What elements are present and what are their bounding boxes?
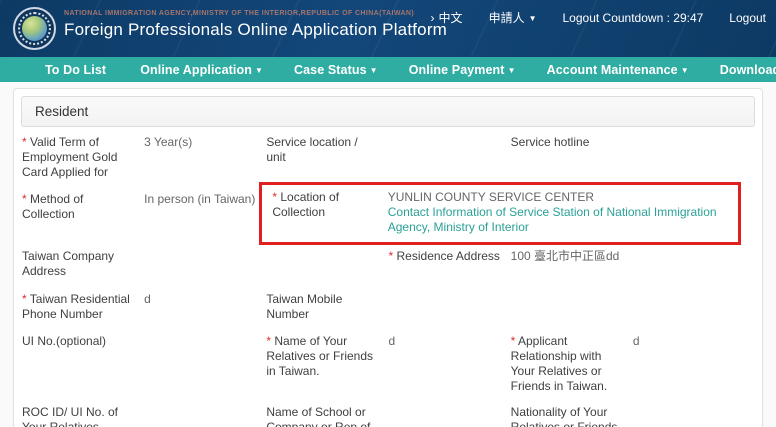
field-label-text: Taiwan Residential Phone Number <box>22 292 130 321</box>
main-nav: To Do List Online Application ▼ Case Stat… <box>0 57 776 82</box>
field-label-text: Valid Term of Employment Gold Card Appli… <box>22 135 118 179</box>
field-label: Taiwan Mobile Number <box>266 292 388 322</box>
form-row: * Taiwan Residential Phone Number d Taiwan… <box>22 292 755 334</box>
field-value-text: d <box>632 334 640 348</box>
field-label: Nationality of Your Relatives or Friends <box>511 405 633 427</box>
field-label-text: Residence Address <box>396 249 500 263</box>
language-link[interactable]: › 中文 <box>431 9 463 26</box>
field-value: d <box>144 292 266 307</box>
field-label-text: Method of Collection <box>22 192 84 221</box>
service-station-contact-link[interactable]: Contact Information of Service Station o… <box>388 205 717 234</box>
field-label: Name of School or Company or Rep of <box>266 405 388 427</box>
form-row: * Method of Collection In person (in Taiw… <box>22 182 755 249</box>
field-label: * Applicant Relationship with Your Relat… <box>511 334 633 394</box>
top-header: NATIONAL IMMIGRATION AGENCY,MINISTRY OF … <box>0 0 776 57</box>
logo-dotted-ring <box>18 12 51 45</box>
header-links: › 中文 申請人 ▼ Logout Countdown : 29:47 Logout <box>431 9 766 26</box>
field-label-text: ROC ID/ UI No. of Your Relatives <box>22 405 119 427</box>
field-label: UI No.(optional) <box>22 334 144 349</box>
logout-button[interactable]: Logout <box>729 11 766 25</box>
field-label: * Taiwan Residential Phone Number <box>22 292 144 322</box>
countdown-value: 29:47 <box>673 10 704 25</box>
field-label: * Valid Term of Employment Gold Card App… <box>22 135 144 180</box>
nav-item-online-payment[interactable]: Online Payment ▼ <box>409 63 516 77</box>
field-label-text: Taiwan Company Address <box>22 249 115 278</box>
field-value-text: d <box>388 334 396 348</box>
field-label-text: Name of Your Relatives or Friends in Tai… <box>266 334 374 378</box>
header-titles: NATIONAL IMMIGRATION AGENCY,MINISTRY OF … <box>64 10 447 40</box>
nav-item-download[interactable]: Download▼ <box>720 63 776 77</box>
nav-item-account-maintenance[interactable]: Account Maintenance ▼ <box>547 63 689 77</box>
field-label: ROC ID/ UI No. of Your Relatives <box>22 405 144 427</box>
field-label: Taiwan Company Address <box>22 249 144 279</box>
chevron-down-icon: ▼ <box>507 65 516 75</box>
field-value: YUNLIN COUNTY SERVICE CENTER Contact Info… <box>388 190 734 235</box>
field-label-text: UI No.(optional) <box>22 334 107 348</box>
chevron-down-icon: ▼ <box>369 65 378 75</box>
field-value: d <box>633 334 755 349</box>
required-asterisk: * <box>22 292 30 306</box>
form-row: ROC ID/ UI No. of Your Relatives Name of … <box>22 405 755 427</box>
form-grid: * Valid Term of Employment Gold Card App… <box>21 127 755 427</box>
nav-item-to-do-list[interactable]: To Do List <box>45 63 109 77</box>
panel-title: Resident <box>21 96 755 127</box>
field-label-text: Taiwan Mobile Number <box>266 292 343 321</box>
agency-name: NATIONAL IMMIGRATION AGENCY,MINISTRY OF … <box>64 10 415 17</box>
field-label: * Method of Collection <box>22 192 144 222</box>
nia-logo-icon <box>13 7 56 50</box>
chevron-down-icon: ▼ <box>254 65 263 75</box>
chevron-down-icon: ▼ <box>528 14 537 23</box>
field-label: Service hotline <box>511 135 633 150</box>
field-label-text: Location of Collection <box>272 190 340 219</box>
chevron-down-icon: ▼ <box>680 65 689 75</box>
platform-title: Foreign Professionals Online Application… <box>64 20 448 39</box>
applicant-menu[interactable]: 申請人 ▼ <box>489 9 537 26</box>
logo-globe-icon <box>22 16 47 41</box>
highlight-box-location-of-collection: * Location of Collection YUNLIN COUNTY SE… <box>259 182 741 245</box>
logout-countdown: Logout Countdown : 29:47 <box>562 10 704 25</box>
field-value-text: In person (in Taiwan) <box>144 192 256 206</box>
required-asterisk: * <box>22 135 31 149</box>
field-value: 3 Year(s) <box>144 135 266 150</box>
required-asterisk: * <box>510 334 518 348</box>
field-value: In person (in Taiwan) <box>144 192 266 207</box>
field-label-text: Service hotline <box>510 135 590 149</box>
form-row: Taiwan Company Address * Residence Addres… <box>22 249 755 292</box>
required-asterisk: * <box>388 249 397 263</box>
field-label-text: Applicant Relationship with Your Relativ… <box>510 334 608 393</box>
chevron-right-icon: › <box>430 11 435 25</box>
field-label: Service location / unit <box>266 135 388 165</box>
nav-item-case-status[interactable]: Case Status ▼ <box>294 63 378 77</box>
field-label: * Name of Your Relatives or Friends in T… <box>266 334 388 379</box>
field-label-text: Name of School or Company or Rep of <box>266 405 371 427</box>
field-value: d <box>388 334 510 349</box>
content-card: Resident * Valid Term of Employment Gold… <box>13 88 763 427</box>
field-label-text: Nationality of Your Relatives or Friends <box>510 405 618 427</box>
field-value-text: d <box>144 292 151 306</box>
form-row: UI No.(optional) * Name of Your Relatives… <box>22 334 755 405</box>
field-label: * Residence Address <box>389 249 511 264</box>
field-value-text: 3 Year(s) <box>144 135 193 149</box>
field-label-text: Service location / unit <box>266 135 358 164</box>
field-value-text: YUNLIN COUNTY SERVICE CENTER <box>387 190 594 204</box>
field-value: 100 臺北市中正區dd <box>511 249 694 264</box>
required-asterisk: * <box>22 192 31 206</box>
nav-item-online-application[interactable]: Online Application ▼ <box>140 63 263 77</box>
field-value-text: 100 臺北市中正區dd <box>510 249 620 263</box>
field-label: * Location of Collection <box>272 190 387 220</box>
